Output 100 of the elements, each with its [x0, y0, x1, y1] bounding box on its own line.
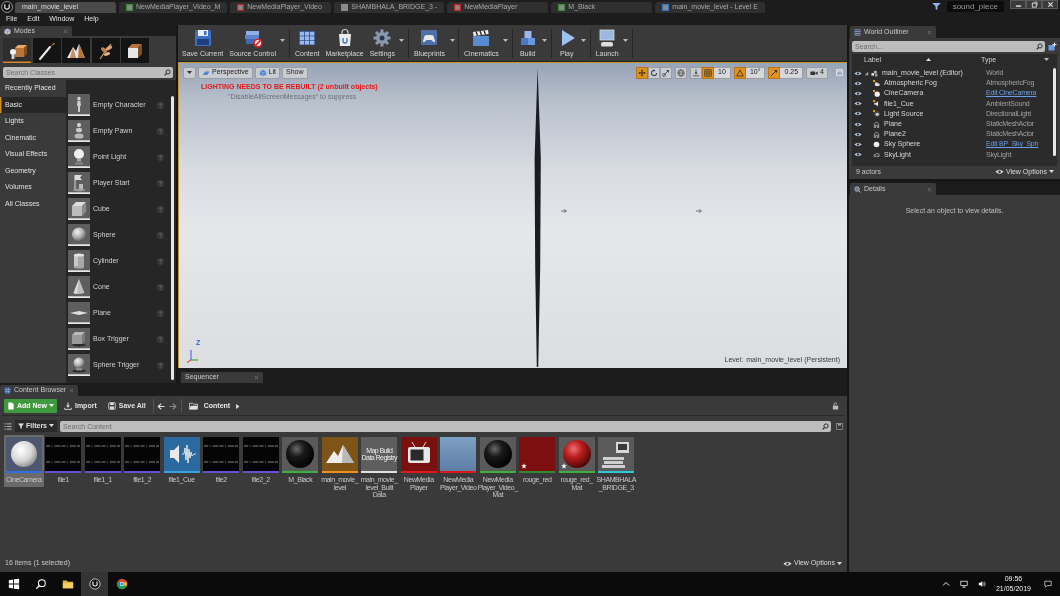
arrow-left-icon: [156, 402, 165, 410]
plane-icon: [68, 302, 90, 324]
caret-icon: [48, 404, 54, 408]
browser-icon: [115, 578, 128, 590]
folders-icon: [242, 28, 263, 48]
viewport-menu-button[interactable]: [183, 66, 196, 79]
caret-icon: [542, 39, 548, 43]
network-icon[interactable]: [959, 580, 968, 588]
waveform-icon: [203, 437, 240, 471]
eye-icon[interactable]: [854, 121, 862, 127]
gear-icon: [372, 28, 393, 48]
mode-button[interactable]: [32, 38, 61, 63]
snap-toggle-button[interactable]: [733, 66, 746, 79]
taskbar-button[interactable]: [81, 572, 108, 596]
windows-icon: [7, 578, 20, 590]
mode-button[interactable]: [62, 38, 90, 63]
caret-icon: [503, 39, 509, 43]
caret-icon: [187, 70, 192, 75]
logo-icon: [88, 578, 101, 590]
swatch-icon: [519, 437, 556, 471]
caret-icon: [837, 561, 842, 566]
add-actor-icon[interactable]: [1048, 42, 1057, 51]
eye-icon[interactable]: [854, 70, 862, 76]
photo-placeholder: [440, 437, 477, 471]
waveform-icon: [242, 437, 279, 471]
mode-button[interactable]: [121, 38, 149, 63]
eye-icon: [994, 169, 1004, 175]
diagonal-arrow-icon: [770, 68, 779, 77]
camera-icon: [810, 68, 819, 77]
small-marker-icon: [696, 209, 702, 213]
eye-icon[interactable]: [854, 80, 862, 86]
clapperboard-icon: [471, 28, 492, 48]
eye-icon[interactable]: [854, 90, 862, 96]
arrow-right-icon: [168, 402, 177, 410]
cloud-icon: [873, 151, 880, 159]
mode-button[interactable]: [3, 38, 31, 63]
tv-icon: [400, 437, 437, 471]
sphere-icon: [873, 89, 880, 97]
coordinate-space-button[interactable]: [675, 66, 688, 79]
mesh-icon: [598, 437, 635, 471]
move-arrows-icon: [638, 68, 647, 77]
expand-arrow-icon[interactable]: [864, 70, 869, 76]
caret-icon: [49, 424, 54, 428]
back-button[interactable]: [156, 401, 166, 411]
mountain-icon: [321, 437, 358, 471]
caret-icon: [1049, 170, 1054, 174]
funnel-icon: [18, 423, 24, 429]
speaker-icon: [873, 100, 880, 108]
padlock-icon[interactable]: [832, 402, 839, 410]
list-icon[interactable]: [4, 422, 12, 430]
eye-icon[interactable]: [854, 152, 862, 158]
transform-tool-button[interactable]: [660, 66, 673, 79]
snap-toggle-button[interactable]: [768, 66, 781, 79]
perspective-icon: [202, 68, 210, 77]
transform-tool-button[interactable]: [636, 66, 649, 79]
search-icon[interactable]: [822, 422, 829, 430]
arrow-to-line-icon: [692, 68, 701, 77]
logo-icon[interactable]: [1, 0, 13, 13]
eye-icon[interactable]: [854, 141, 862, 147]
caret-right-icon[interactable]: [236, 403, 240, 409]
caret-icon: [623, 39, 629, 43]
cone-icon: [68, 276, 90, 298]
eye-icon: [782, 560, 792, 567]
scrollbar[interactable]: [1053, 68, 1056, 156]
restore-icon: [1030, 1, 1038, 8]
scale-icon: [662, 68, 671, 77]
surface-snap-button[interactable]: [690, 66, 703, 79]
flag-icon: [68, 172, 90, 194]
project-name: sound_piece: [946, 0, 1004, 13]
search-icon[interactable]: [1036, 43, 1043, 50]
notification-icon[interactable]: [1044, 580, 1052, 588]
caret-icon: [399, 39, 405, 43]
cube-icon: [4, 27, 11, 35]
eye-icon[interactable]: [854, 131, 862, 137]
blocks-icon: [871, 69, 878, 77]
mode-button[interactable]: [91, 38, 120, 63]
snap-toggle-button[interactable]: [702, 66, 715, 79]
minimize-button[interactable]: [1010, 0, 1026, 9]
list-icon: [854, 28, 861, 36]
cube-icon: [68, 198, 90, 220]
eye-icon[interactable]: [854, 111, 862, 117]
eye-icon[interactable]: [854, 101, 862, 107]
restore-button[interactable]: [1026, 0, 1042, 9]
rotate-icon: [650, 68, 659, 77]
funnel-icon[interactable]: [931, 3, 941, 10]
volume-icon[interactable]: [977, 580, 986, 588]
search-icon[interactable]: [164, 69, 171, 76]
caret-up-icon[interactable]: [941, 580, 950, 588]
transform-tool-button[interactable]: [648, 66, 661, 79]
waveform-icon: [84, 437, 121, 471]
close-button[interactable]: [1042, 0, 1058, 9]
cube-icon: [258, 68, 267, 77]
close-icon: [1046, 1, 1054, 8]
scrollbar[interactable]: [171, 96, 174, 380]
grid-icon: [297, 28, 318, 48]
caret-icon[interactable]: [1044, 58, 1049, 62]
document-icon: [7, 402, 15, 410]
caret-icon: [449, 39, 455, 43]
caret-icon: [280, 39, 286, 43]
sun-icon: [873, 110, 880, 118]
